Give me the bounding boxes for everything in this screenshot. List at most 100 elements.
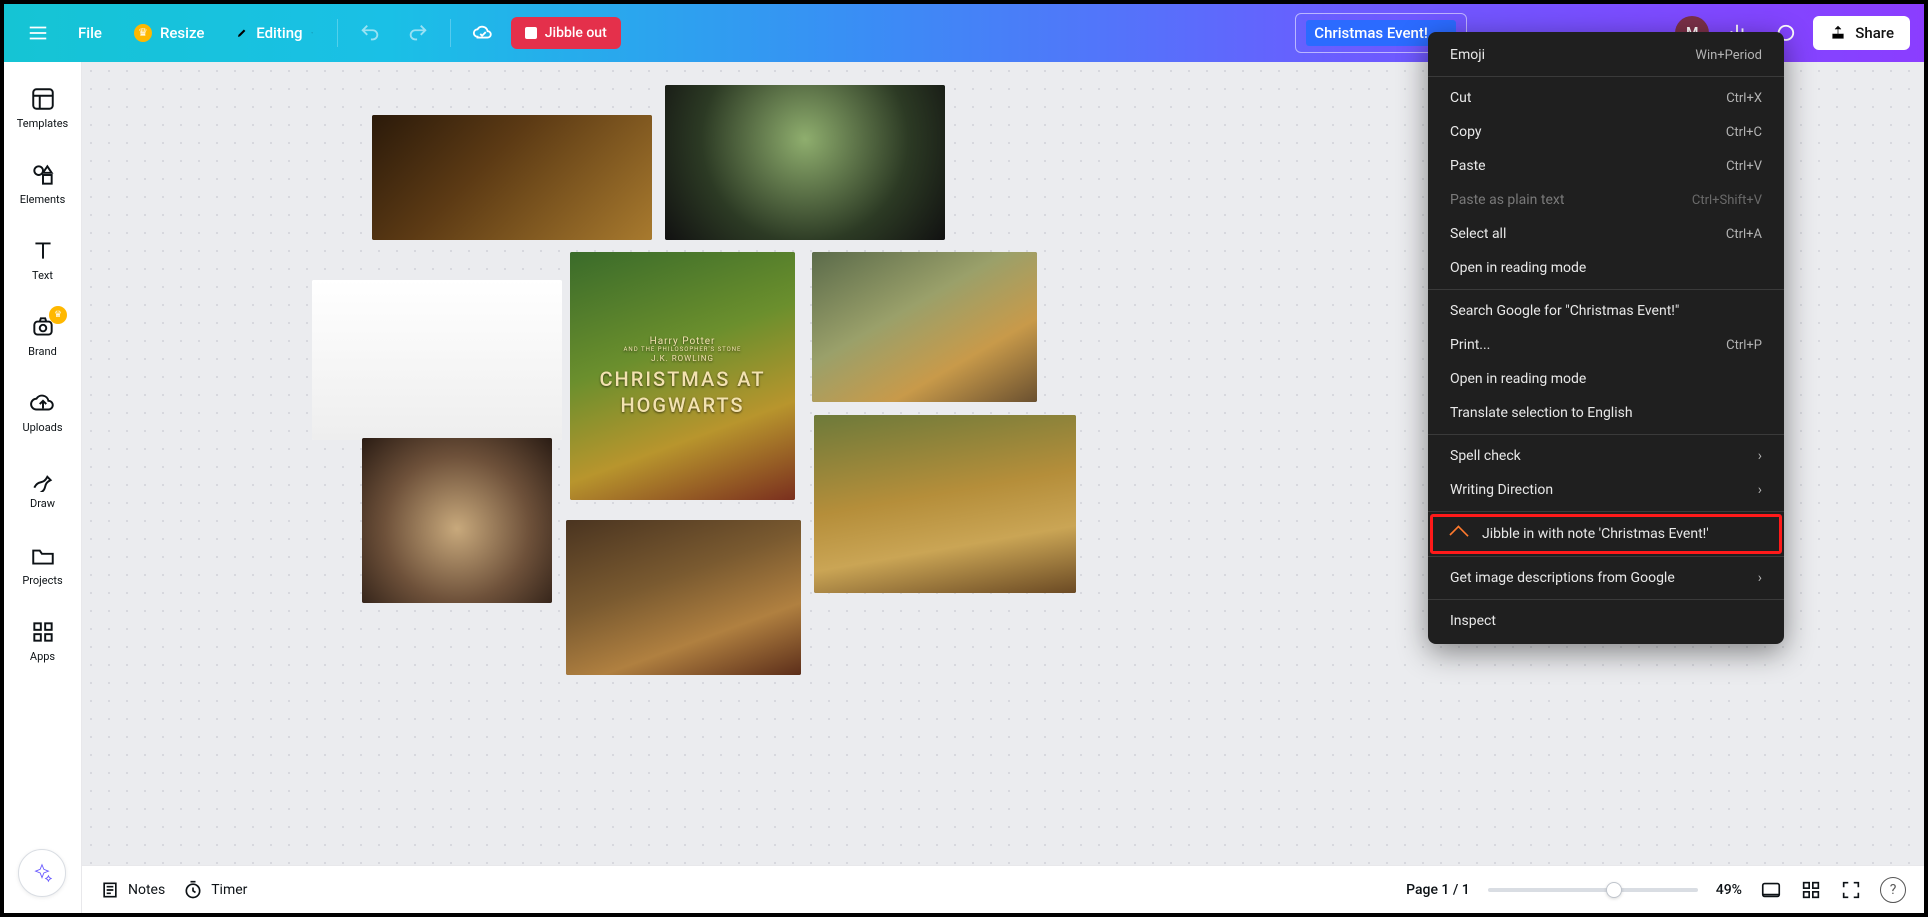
slider-thumb[interactable] xyxy=(1606,882,1622,898)
zoom-value: 49% xyxy=(1716,882,1742,898)
rail-label: Draw xyxy=(30,498,55,510)
canvas-image[interactable] xyxy=(362,438,552,603)
help-icon: ? xyxy=(1890,882,1897,898)
rail-label: Templates xyxy=(17,118,68,130)
jibble-label: Jibble out xyxy=(545,25,607,41)
uploads-icon xyxy=(30,390,56,416)
rail-label: Uploads xyxy=(22,422,62,434)
ctx-translate[interactable]: Translate selection to English xyxy=(1428,396,1784,430)
file-menu[interactable]: File xyxy=(66,16,114,50)
view-mode-button[interactable] xyxy=(1760,879,1782,901)
share-label: Share xyxy=(1855,24,1894,42)
fullscreen-icon xyxy=(1840,879,1862,901)
apps-icon xyxy=(30,619,56,645)
templates-icon xyxy=(30,86,56,112)
undo-icon xyxy=(359,22,381,44)
menu-button[interactable] xyxy=(18,13,58,53)
divider xyxy=(337,19,338,47)
elements-icon xyxy=(30,162,56,188)
cloud-check-icon xyxy=(472,22,494,44)
rail-label: Brand xyxy=(28,346,57,358)
rail-brand[interactable]: Brand xyxy=(4,310,81,362)
resize-button[interactable]: Resize xyxy=(122,16,216,50)
chevron-right-icon: › xyxy=(1758,570,1762,586)
rail-apps[interactable]: Apps xyxy=(4,615,81,667)
bottom-bar: Notes Timer Page 1 / 1 49% ? xyxy=(82,865,1924,913)
notes-label: Notes xyxy=(128,882,165,898)
redo-button[interactable] xyxy=(398,13,438,53)
divider xyxy=(450,19,451,47)
sparkle-icon xyxy=(31,862,53,884)
canvas-image[interactable] xyxy=(372,115,652,240)
editing-mode-button[interactable]: Editing xyxy=(224,16,324,50)
zoom-slider[interactable] xyxy=(1488,888,1698,892)
help-button[interactable]: ? xyxy=(1880,877,1906,903)
page-indicator: Page 1 / 1 xyxy=(1406,882,1470,898)
cloud-sync-button[interactable] xyxy=(463,13,503,53)
undo-button[interactable] xyxy=(350,13,390,53)
rail-text[interactable]: Text xyxy=(4,234,81,286)
rail-label: Projects xyxy=(22,575,62,587)
rail-label: Text xyxy=(32,270,53,282)
ctx-search-google[interactable]: Search Google for "Christmas Event!" xyxy=(1428,294,1784,328)
canvas-image[interactable] xyxy=(814,415,1076,593)
rail-templates[interactable]: Templates xyxy=(4,82,81,134)
crown-badge-icon xyxy=(49,306,67,324)
canvas-image-poster[interactable]: Harry Potter AND THE PHILOSOPHER'S STONE… xyxy=(570,252,795,500)
ctx-paste-plain: Paste as plain textCtrl+Shift+V xyxy=(1428,183,1784,217)
design-page[interactable]: Harry Potter AND THE PHILOSOPHER'S STONE… xyxy=(292,80,1342,720)
editing-label: Editing xyxy=(256,24,302,42)
ctx-print[interactable]: Print...Ctrl+P xyxy=(1428,328,1784,362)
ctx-inspect[interactable]: Inspect xyxy=(1428,604,1784,638)
share-icon xyxy=(1829,24,1847,42)
rail-draw[interactable]: Draw xyxy=(4,462,81,514)
chevron-right-icon: › xyxy=(1758,482,1762,498)
canvas-image[interactable] xyxy=(566,520,801,675)
canvas-image[interactable] xyxy=(312,280,562,440)
ctx-image-descriptions[interactable]: Get image descriptions from Google› xyxy=(1428,561,1784,595)
rail-label: Elements xyxy=(20,194,66,206)
ctx-paste[interactable]: PasteCtrl+V xyxy=(1428,149,1784,183)
rail-uploads[interactable]: Uploads xyxy=(4,386,81,438)
ctx-cut[interactable]: CutCtrl+X xyxy=(1428,81,1784,115)
notes-button[interactable]: Notes xyxy=(100,880,165,900)
stop-icon xyxy=(525,27,537,39)
timer-icon xyxy=(183,880,203,900)
ctx-jibble-in[interactable]: Jibble in with note 'Christmas Event!' xyxy=(1428,516,1784,552)
app-root: File Resize Editing Jibble out M Share xyxy=(0,0,1928,917)
fullscreen-button[interactable] xyxy=(1840,879,1862,901)
chevron-down-icon xyxy=(311,26,313,40)
ctx-emoji[interactable]: EmojiWin+Period xyxy=(1428,38,1784,72)
grid-view-button[interactable] xyxy=(1800,879,1822,901)
poster-text: Harry Potter AND THE PHILOSOPHER'S STONE… xyxy=(599,336,765,416)
resize-label: Resize xyxy=(160,24,204,42)
rail-projects[interactable]: Projects xyxy=(4,539,81,591)
canvas-image[interactable] xyxy=(812,252,1037,402)
ctx-select-all[interactable]: Select allCtrl+A xyxy=(1428,217,1784,251)
file-label: File xyxy=(78,24,102,42)
rail-label: Apps xyxy=(30,651,55,663)
jibble-icon xyxy=(1450,525,1468,543)
crown-icon xyxy=(134,24,152,42)
ctx-spell-check[interactable]: Spell check› xyxy=(1428,439,1784,473)
context-menu: EmojiWin+Period CutCtrl+X CopyCtrl+C Pas… xyxy=(1428,32,1784,644)
jibble-out-button[interactable]: Jibble out xyxy=(511,17,621,49)
hamburger-icon xyxy=(27,22,49,44)
ctx-reading-mode[interactable]: Open in reading mode xyxy=(1428,251,1784,285)
ctx-writing-direction[interactable]: Writing Direction› xyxy=(1428,473,1784,507)
timer-button[interactable]: Timer xyxy=(183,880,247,900)
grid-icon xyxy=(1800,879,1822,901)
rail-elements[interactable]: Elements xyxy=(4,158,81,210)
canvas-image[interactable] xyxy=(665,85,945,240)
magic-button[interactable] xyxy=(18,849,66,897)
ctx-reading-mode-2[interactable]: Open in reading mode xyxy=(1428,362,1784,396)
view-icon xyxy=(1760,879,1782,901)
notes-icon xyxy=(100,880,120,900)
left-rail: Templates Elements Text Brand Uploads Dr… xyxy=(4,62,82,913)
pencil-icon xyxy=(236,27,248,39)
ctx-copy[interactable]: CopyCtrl+C xyxy=(1428,115,1784,149)
draw-icon xyxy=(30,466,56,492)
text-icon xyxy=(30,238,56,264)
share-button[interactable]: Share xyxy=(1813,16,1910,50)
redo-icon xyxy=(407,22,429,44)
